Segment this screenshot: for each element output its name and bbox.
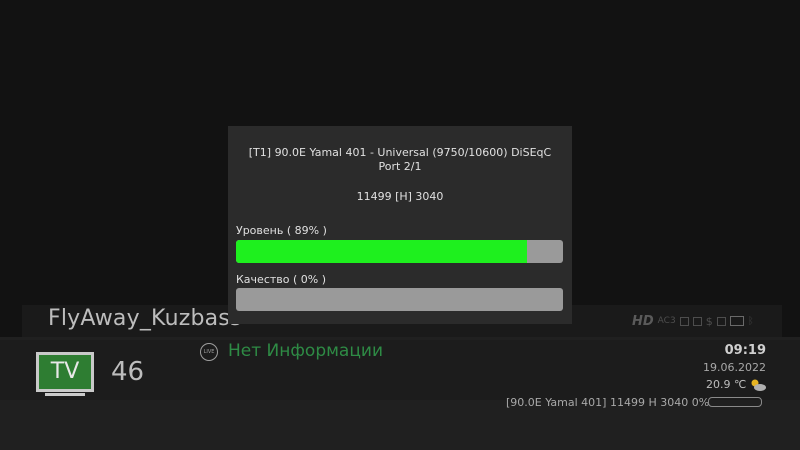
- dialog-title: [T1] 90.0E Yamal 401 - Universal (9750/1…: [248, 146, 552, 173]
- weather-cloudy-icon: [751, 379, 766, 391]
- clock-time: 09:19: [724, 343, 766, 358]
- display-icon: [729, 316, 744, 326]
- temperature: 20.9 ℃: [706, 378, 747, 391]
- status-icons: HD AC3 $ ᛒ: [632, 313, 754, 329]
- teletext-icon: [692, 316, 702, 326]
- level-label: Уровень ( 89% ): [236, 224, 327, 237]
- channel-name: FlyAway_Kuzbass: [48, 306, 242, 331]
- quality-label: Качество ( 0% ): [236, 273, 327, 286]
- scrambled-icon: $: [705, 314, 713, 328]
- level-bar: [236, 240, 563, 263]
- tv-icon: TV: [36, 352, 94, 396]
- ac3-icon: AC3: [657, 316, 676, 326]
- channel-number: 46: [111, 357, 145, 387]
- level-bar-fill: [236, 240, 528, 263]
- lock-icon: [716, 316, 726, 326]
- clock-date: 19.06.2022: [703, 361, 766, 374]
- hd-icon: HD: [632, 313, 654, 329]
- live-icon: LIVE: [200, 343, 218, 361]
- signal-info: [90.0E Yamal 401] 11499 H 3040 0%: [506, 396, 710, 409]
- quality-bar: [236, 288, 563, 311]
- transponder-info: 11499 [H] 3040: [356, 190, 444, 203]
- bluetooth-icon: ᛒ: [747, 315, 754, 327]
- signal-dialog: [T1] 90.0E Yamal 401 - Universal (9750/1…: [228, 126, 572, 324]
- subtitle-icon: [679, 316, 689, 326]
- program-title: Нет Информации: [228, 341, 384, 361]
- mini-signal-bar: [708, 397, 762, 407]
